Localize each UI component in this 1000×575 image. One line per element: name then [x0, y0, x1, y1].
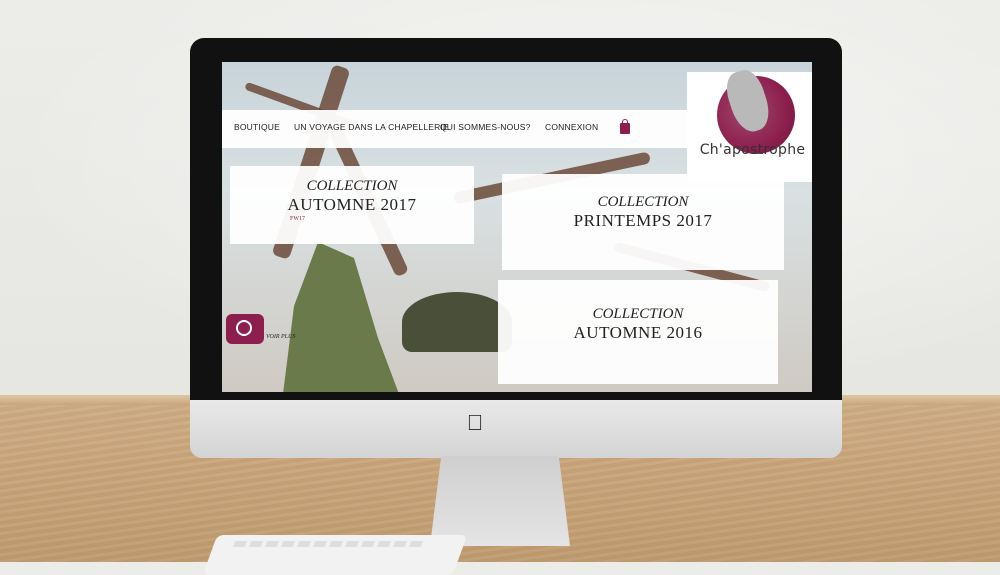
- collection-tile-automne-2016[interactable]: COLLECTION AUTOMNE 2016: [498, 280, 778, 384]
- monitor-chin: [190, 400, 842, 458]
- nav-voyage[interactable]: UN VOYAGE DANS LA CHAPELLERIE: [294, 122, 449, 132]
- website-screen: BOUTIQUE UN VOYAGE DANS LA CHAPELLERIE Q…: [222, 62, 812, 392]
- tile-subheading: AUTOMNE 2016: [573, 323, 703, 342]
- nav-qui-sommes-nous[interactable]: QUI SOMMES-NOUS?: [440, 122, 531, 132]
- tile-heading: COLLECTION: [306, 178, 398, 194]
- keyboard: [202, 535, 468, 575]
- apple-logo-icon: : [462, 410, 488, 436]
- felt-hat: [402, 292, 512, 352]
- tile-subheading: PRINTEMPS 2017: [573, 211, 713, 230]
- top-nav: BOUTIQUE UN VOYAGE DANS LA CHAPELLERIE Q…: [222, 110, 692, 148]
- tile-tag: FW17: [290, 216, 305, 222]
- fringed-jacket: [282, 242, 402, 392]
- monitor-stand: [430, 456, 570, 546]
- nav-boutique[interactable]: BOUTIQUE: [234, 122, 280, 132]
- tile-subheading: AUTOMNE 2017: [287, 195, 417, 214]
- collection-tile-automne-2017[interactable]: COLLECTION AUTOMNE 2017 FW17: [230, 166, 474, 244]
- voir-plus-link[interactable]: VOIR PLUS: [266, 334, 295, 340]
- tile-heading: COLLECTION: [592, 306, 684, 322]
- tile-heading: COLLECTION: [597, 194, 689, 210]
- camera-icon[interactable]: [226, 314, 264, 344]
- nav-connexion[interactable]: CONNEXION: [545, 122, 598, 132]
- brand-logo-text[interactable]: Ch'apostrophe: [690, 142, 812, 158]
- collection-tile-printemps-2017[interactable]: COLLECTION PRINTEMPS 2017: [502, 174, 784, 270]
- shopping-bag-icon[interactable]: [620, 119, 630, 134]
